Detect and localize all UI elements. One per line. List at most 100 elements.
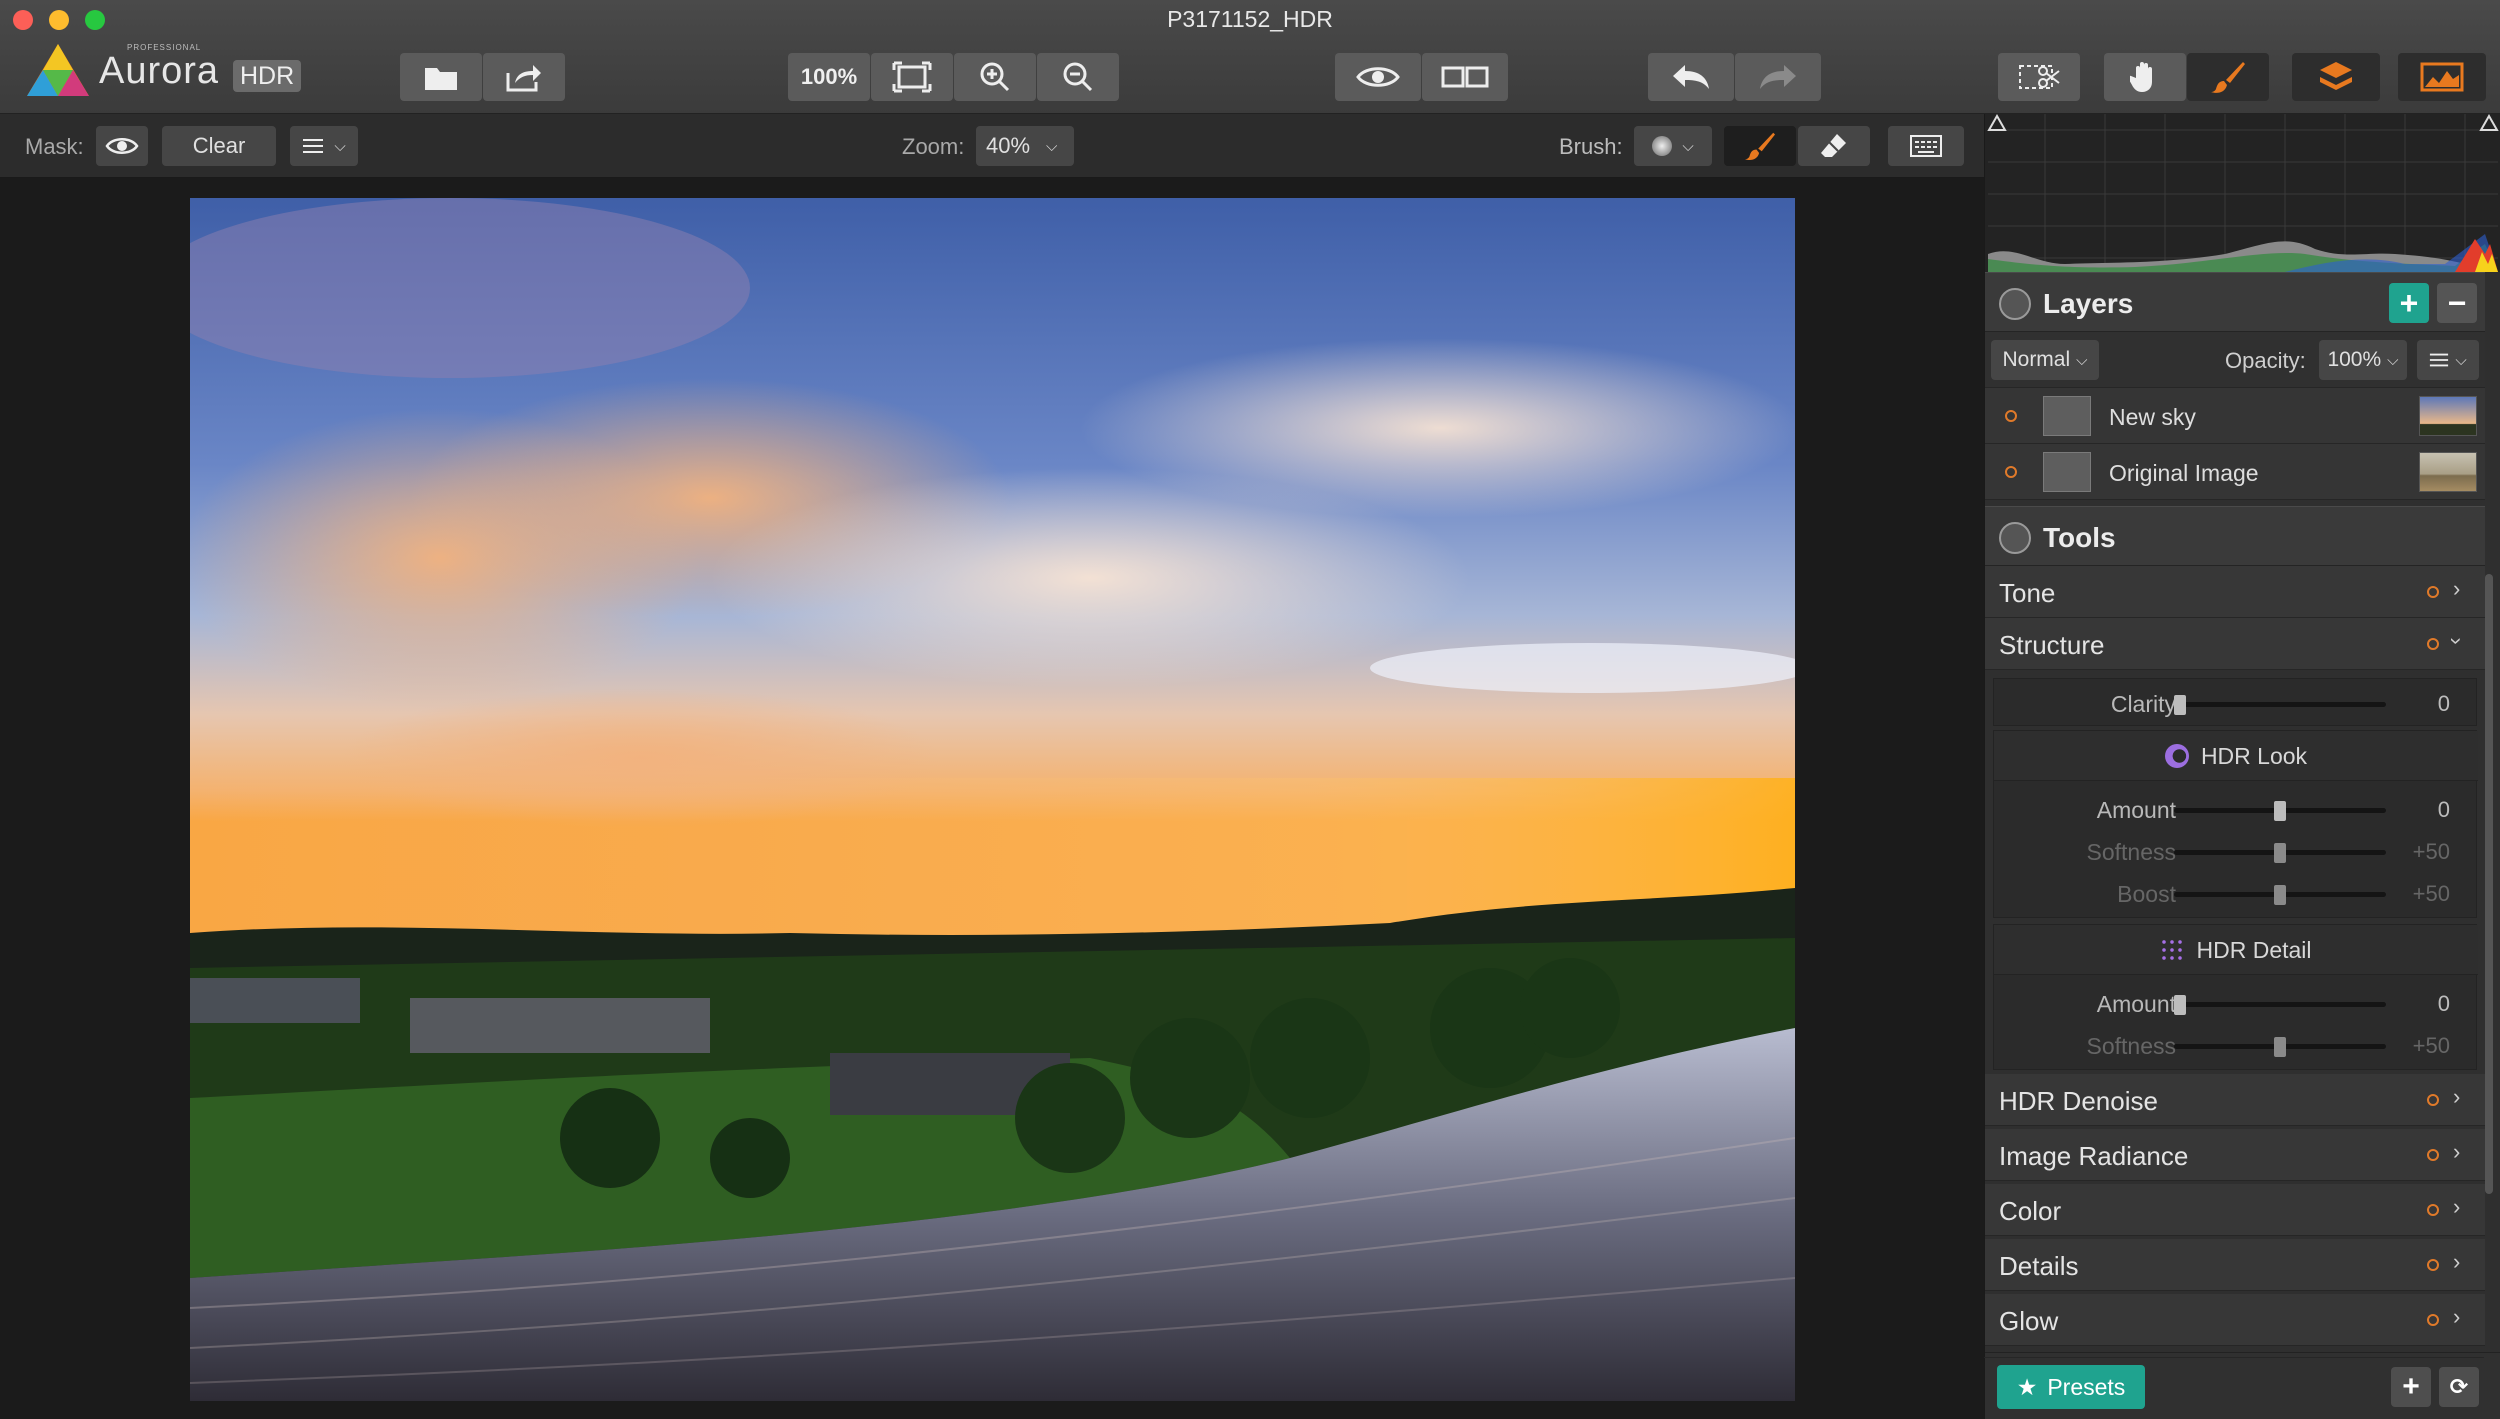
tool-structure[interactable]: Structure › — [1985, 618, 2485, 670]
image-canvas[interactable] — [0, 178, 1984, 1419]
tool-enabled-dot[interactable] — [2427, 1259, 2439, 1271]
hdr-detail-softness-row: Softness +50 — [1994, 1025, 2478, 1065]
brush-icon — [1745, 132, 1775, 161]
layer-mask-thumbnail[interactable] — [2043, 452, 2091, 492]
undo-button[interactable] — [1648, 53, 1734, 101]
share-button[interactable] — [483, 53, 565, 101]
redo-button[interactable] — [1735, 53, 1821, 101]
tool-enabled-dot[interactable] — [2427, 586, 2439, 598]
hdr-detail-title: HDR Detail — [1994, 937, 2478, 964]
undo-icon — [1673, 65, 1709, 89]
add-preset-button[interactable]: + — [2391, 1367, 2431, 1407]
tool-glow[interactable]: Glow › — [1985, 1294, 2485, 1346]
add-layer-button[interactable]: + — [2389, 283, 2429, 323]
layer-row-new-sky[interactable]: New sky — [1985, 388, 2485, 444]
brush-size-select[interactable]: ⌵ — [1634, 126, 1712, 166]
photo-preview[interactable] — [190, 198, 1795, 1401]
preview-button[interactable] — [1335, 53, 1421, 101]
chevron-right-icon: › — [2453, 1084, 2461, 1109]
crop-button[interactable] — [1998, 53, 2080, 101]
amount-slider-knob[interactable] — [2274, 801, 2286, 821]
shadow-clipping-icon[interactable] — [1987, 113, 2007, 131]
layers-toggle-button[interactable] — [2292, 53, 2380, 101]
chevron-right-icon: › — [2453, 1249, 2461, 1274]
presets-button[interactable]: ★ Presets — [1997, 1365, 2145, 1409]
zoom-100-button[interactable]: 100% — [788, 53, 870, 101]
compare-button[interactable] — [1422, 53, 1508, 101]
hdr-look-boost-row: Boost +50 — [1994, 873, 2478, 913]
layer-thumbnail — [2419, 396, 2477, 436]
boost-slider-knob[interactable] — [2274, 885, 2286, 905]
hdr-look-softness-row: Softness +50 — [1994, 831, 2478, 871]
tool-hdr-denoise[interactable]: HDR Denoise › — [1985, 1074, 2485, 1126]
histogram-graph — [1987, 113, 2499, 272]
highlight-clipping-icon[interactable] — [2479, 113, 2499, 131]
eraser-button[interactable] — [1798, 126, 1870, 166]
zoom-select[interactable]: 40% ⌵ — [976, 126, 1074, 166]
layers-header: Layers + − — [1985, 272, 2485, 332]
hdr-detail-header[interactable]: HDR Detail — [1994, 925, 2478, 975]
mask-visibility-button[interactable] — [96, 126, 148, 166]
amount-slider-knob[interactable] — [2174, 995, 2186, 1015]
histogram — [1985, 113, 2500, 272]
opacity-select[interactable]: 100% ⌵ — [2319, 340, 2407, 380]
hamburger-icon — [2430, 353, 2449, 367]
tool-enabled-dot[interactable] — [2427, 1149, 2439, 1161]
layers-section-icon — [1999, 288, 2031, 320]
chevron-down-icon: ⌵ — [334, 137, 346, 155]
tool-details[interactable]: Details › — [1985, 1239, 2485, 1291]
layer-visibility-dot[interactable] — [2005, 410, 2017, 422]
mask-label: Mask: — [25, 134, 84, 159]
remove-layer-button[interactable]: − — [2437, 283, 2477, 323]
brush-settings-button[interactable] — [1888, 126, 1964, 166]
tool-enabled-dot[interactable] — [2427, 1204, 2439, 1216]
slider-label: Clarity — [2110, 691, 2176, 717]
tool-color[interactable]: Color › — [1985, 1184, 2485, 1236]
tool-tone[interactable]: Tone › — [1985, 566, 2485, 618]
clarity-slider-track[interactable] — [2174, 702, 2386, 707]
brush-tool-button[interactable] — [2187, 53, 2269, 101]
blend-mode-select[interactable]: Normal ⌵ — [1991, 340, 2099, 380]
histogram-toggle-button[interactable] — [2398, 53, 2486, 101]
clear-mask-button[interactable]: Clear — [162, 126, 276, 166]
tools-scrollbar[interactable] — [2485, 574, 2493, 1194]
fit-screen-button[interactable] — [871, 53, 953, 101]
amount-slider-track[interactable] — [2174, 1002, 2386, 1007]
mask-menu-button[interactable]: ⌵ — [290, 126, 358, 166]
layer-mask-thumbnail[interactable] — [2043, 396, 2091, 436]
softness-slider-knob[interactable] — [2274, 843, 2286, 863]
redo-icon — [1760, 65, 1796, 89]
layer-menu-button[interactable]: ⌵ — [2417, 340, 2479, 380]
hdr-look-icon — [2164, 744, 2189, 768]
layer-visibility-dot[interactable] — [2005, 466, 2017, 478]
hdr-look-header[interactable]: HDR Look — [1994, 731, 2478, 781]
brush-icon — [2211, 62, 2245, 93]
tool-enabled-dot[interactable] — [2427, 1314, 2439, 1326]
brush-size-icon — [1652, 136, 1673, 156]
zoom-out-button[interactable] — [1037, 53, 1119, 101]
refresh-icon[interactable]: ⟳ — [2439, 1367, 2479, 1407]
tool-name: Image Radiance — [1999, 1141, 2189, 1171]
split-view-icon — [1441, 66, 1489, 88]
open-button[interactable] — [400, 53, 482, 101]
tool-details-hidden — [1984, 1357, 2484, 1358]
hdr-look-title: HDR Look — [1994, 743, 2478, 770]
layer-row-original-image[interactable]: Original Image — [1985, 444, 2485, 500]
eye-icon — [1356, 67, 1400, 87]
layers-stack-icon — [2320, 62, 2352, 90]
landscape-photo — [190, 198, 1795, 1401]
hand-tool-button[interactable] — [2104, 53, 2186, 101]
hamburger-icon — [303, 139, 324, 153]
chevron-right-icon: › — [2453, 1304, 2461, 1329]
tool-enabled-dot[interactable] — [2427, 1094, 2439, 1106]
tools-header: Tools — [1985, 506, 2485, 566]
zoom-in-button[interactable] — [954, 53, 1036, 101]
paint-brush-button[interactable] — [1724, 126, 1796, 166]
slider-label: Amount — [2096, 991, 2176, 1017]
tool-image-radiance[interactable]: Image Radiance › — [1985, 1129, 2485, 1181]
clarity-slider-knob[interactable] — [2174, 695, 2186, 715]
tool-name: Structure — [1999, 630, 2105, 660]
softness-slider-knob[interactable] — [2274, 1037, 2286, 1057]
tool-enabled-dot[interactable] — [2427, 638, 2439, 650]
tool-name: Glow — [1999, 1306, 2059, 1336]
